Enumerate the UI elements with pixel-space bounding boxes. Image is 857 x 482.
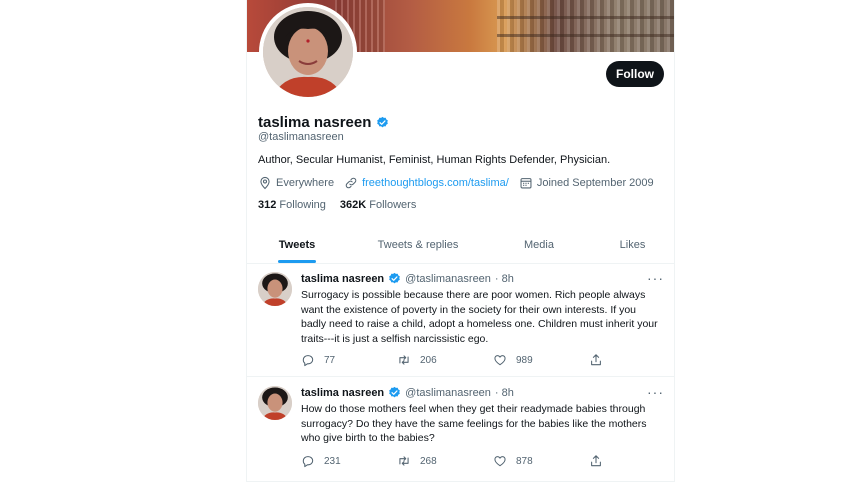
share-button[interactable] <box>589 454 603 468</box>
verified-badge-icon <box>389 272 400 284</box>
profile-tabs: Tweets Tweets & replies Media Likes <box>247 226 674 264</box>
reply-button[interactable]: 231 <box>301 454 397 468</box>
tweet-actions: 77 206 989 <box>301 353 621 367</box>
verified-badge-icon <box>377 116 389 128</box>
tab-tweets[interactable]: Tweets <box>247 226 347 263</box>
tweet-author-name[interactable]: taslima nasreen <box>301 273 384 285</box>
website-link[interactable]: freethoughtblogs.com/taslima/ <box>362 177 509 189</box>
banner-shelf-line <box>497 16 674 19</box>
tweet-avatar-image <box>258 272 292 306</box>
profile-handle: @taslimanasreen <box>258 131 344 143</box>
tweet-timestamp[interactable]: · 8h <box>495 273 514 285</box>
tweet-timestamp[interactable]: · 8h <box>495 387 514 399</box>
tweet-text: How do those mothers feel when they get … <box>301 403 647 444</box>
like-count: 989 <box>516 354 533 366</box>
tab-likes[interactable]: Likes <box>589 226 674 263</box>
retweet-button[interactable]: 268 <box>397 454 493 468</box>
link-icon <box>345 177 357 189</box>
followers-label: Followers <box>369 199 417 211</box>
like-button[interactable]: 878 <box>493 454 589 468</box>
profile-website[interactable]: freethoughtblogs.com/taslima/ <box>344 176 509 190</box>
verified-badge-icon <box>389 386 400 398</box>
avatar-image <box>263 7 353 97</box>
tweet-header: taslima nasreen @taslimanasreen · 8h <box>301 272 514 285</box>
tweet[interactable]: taslima nasreen @taslimanasreen · 8h ···… <box>247 378 674 482</box>
retweet-icon <box>399 456 409 466</box>
like-button[interactable]: 989 <box>493 353 589 367</box>
profile-location: Everywhere <box>258 176 334 190</box>
joined-text: Joined September 2009 <box>536 177 654 189</box>
reply-count: 77 <box>324 354 336 366</box>
like-count: 878 <box>516 455 533 467</box>
reply-icon <box>302 456 314 468</box>
reply-icon <box>302 355 314 367</box>
profile-stats: 312 Following 362K Followers <box>258 199 416 211</box>
retweet-button[interactable]: 206 <box>397 353 493 367</box>
tweet-avatar-image <box>258 386 292 420</box>
profile-avatar[interactable] <box>259 3 357 101</box>
tab-media[interactable]: Media <box>489 226 589 263</box>
tweet-header: taslima nasreen @taslimanasreen · 8h <box>301 386 514 399</box>
retweet-icon <box>399 355 409 365</box>
following-stat[interactable]: 312 Following <box>258 199 326 211</box>
tweet-author-name[interactable]: taslima nasreen <box>301 387 384 399</box>
heart-icon <box>494 355 506 366</box>
tweet-avatar[interactable] <box>258 272 292 306</box>
location-text: Everywhere <box>276 177 335 189</box>
profile-joined: Joined September 2009 <box>519 176 654 190</box>
profile-bio: Author, Secular Humanist, Feminist, Huma… <box>258 154 611 166</box>
banner-bookshelf <box>497 0 674 52</box>
follow-button[interactable]: Follow <box>606 61 664 87</box>
following-label: Following <box>279 199 326 211</box>
profile-column: Follow taslima nasreen @taslimanasreen A… <box>246 0 675 482</box>
calendar-icon <box>520 178 532 189</box>
followers-stat[interactable]: 362K Followers <box>340 199 416 211</box>
tweet-text: Surrogacy is possible because there are … <box>301 289 658 345</box>
tweet-author-handle[interactable]: @taslimanasreen <box>405 387 491 399</box>
retweet-count: 268 <box>420 455 437 467</box>
banner-shelf-line <box>497 34 674 37</box>
tweet[interactable]: taslima nasreen @taslimanasreen · 8h ···… <box>247 264 674 377</box>
reply-button[interactable]: 77 <box>301 353 397 367</box>
profile-name-text: taslima nasreen <box>258 114 372 131</box>
share-icon <box>591 354 601 366</box>
followers-count: 362K <box>339 199 367 211</box>
retweet-count: 206 <box>420 354 437 366</box>
profile-meta: Everywhere freethoughtblogs.com/taslima/… <box>258 176 654 190</box>
tweet-actions: 231 268 878 <box>301 454 621 468</box>
tab-tweets-and-replies[interactable]: Tweets & replies <box>347 226 489 263</box>
following-count: 312 <box>258 199 277 211</box>
more-icon[interactable]: ··· <box>647 384 664 400</box>
more-icon[interactable]: ··· <box>647 270 664 286</box>
share-button[interactable] <box>589 353 603 367</box>
heart-icon <box>494 456 506 467</box>
tweet-author-handle[interactable]: @taslimanasreen <box>405 273 491 285</box>
tweet-avatar[interactable] <box>258 386 292 420</box>
share-icon <box>591 455 601 467</box>
reply-count: 231 <box>324 455 341 467</box>
profile-name: taslima nasreen <box>258 114 389 131</box>
location-pin-icon <box>260 176 270 190</box>
